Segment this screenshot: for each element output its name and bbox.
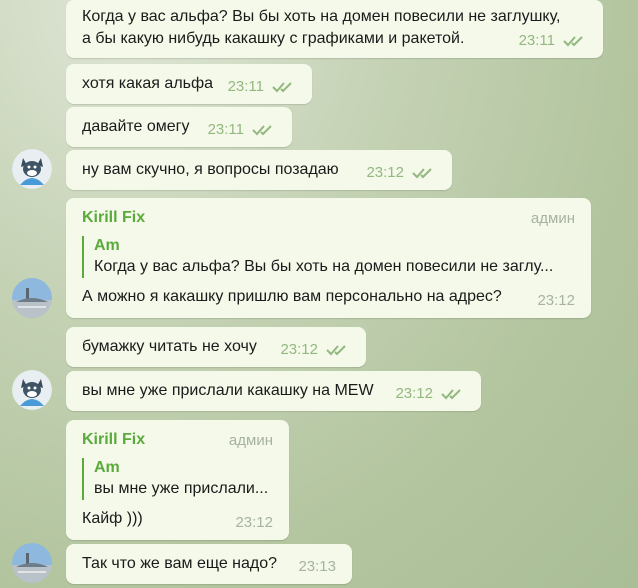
message-time: 23:12 [280, 341, 318, 358]
reply-sender: Am [94, 459, 120, 476]
message-text: Так что же вам еще надо? [82, 555, 278, 572]
message-time: 23:11 [207, 121, 244, 138]
double-check-icon [441, 389, 461, 400]
wolf-avatar-icon [12, 370, 52, 410]
reply-text: вы мне уже прислали... [94, 480, 269, 497]
user-avatar[interactable] [12, 149, 52, 189]
message-bubble[interactable]: вы мне уже прислали какашку на MEW 23:12 [66, 371, 481, 411]
message-text: давайте омегу [82, 118, 190, 135]
message-time: 23:11 [518, 32, 555, 49]
double-check-icon [563, 36, 583, 47]
message-bubble[interactable]: Когда у вас альфа? Вы бы хоть на домен п… [66, 0, 603, 58]
user-avatar[interactable] [12, 370, 52, 410]
message-time: 23:12 [366, 164, 404, 181]
message-meta: 23:12 [366, 162, 436, 184]
double-check-icon [272, 82, 292, 93]
message-meta: 23:12 [395, 383, 465, 405]
message-meta: 23:11 [208, 119, 276, 141]
message-bubble[interactable]: хотя какая альфа 23:11 [66, 64, 312, 104]
message-text: вы мне уже прислали какашку на MEW [82, 382, 374, 399]
sender-name[interactable]: Kirill Fix [82, 208, 575, 228]
message-bubble[interactable]: Kirill Fix Am Когда у вас альфа? Вы бы х… [66, 198, 591, 318]
admin-badge: админ [228, 432, 273, 449]
double-check-icon [252, 125, 272, 136]
message-bubble[interactable]: бумажку читать не хочу 23:12 [66, 327, 366, 367]
landscape-avatar-icon [12, 278, 52, 318]
message-meta: 23:11 [519, 30, 587, 52]
message-meta: 23:12 [280, 339, 350, 361]
message-text: хотя какая альфа [82, 75, 214, 92]
double-check-icon [326, 345, 346, 356]
landscape-avatar-icon [12, 543, 52, 583]
message-text: Когда у вас альфа? Вы бы хоть на домен п… [82, 8, 561, 47]
admin-avatar[interactable] [12, 543, 52, 583]
message-time: 23:12 [235, 514, 273, 531]
message-time: 23:11 [227, 78, 264, 95]
message-bubble[interactable]: Так что же вам еще надо? 23:13 [66, 544, 352, 584]
admin-badge: админ [530, 210, 575, 227]
message-bubble[interactable]: Kirill Fix Am вы мне уже прислали... Кай… [66, 420, 289, 540]
message-text: ну вам скучно, я вопросы позадаю [82, 161, 339, 178]
reply-quote[interactable]: Am вы мне уже прислали... [82, 458, 273, 500]
message-time: 23:13 [298, 558, 336, 575]
message-meta: 23:12 [537, 290, 575, 312]
message-bubble[interactable]: ну вам скучно, я вопросы позадаю 23:12 [66, 150, 452, 190]
message-time: 23:12 [395, 385, 433, 402]
message-text: бумажку читать не хочу [82, 338, 257, 355]
reply-text: Когда у вас альфа? Вы бы хоть на домен п… [94, 258, 554, 275]
message-bubble[interactable]: давайте омегу 23:11 [66, 107, 292, 147]
message-text: А можно я какашку пришлю вам персонально… [82, 288, 502, 305]
wolf-avatar-icon [12, 149, 52, 189]
message-meta: 23:12 [235, 512, 273, 534]
reply-sender: Am [94, 237, 120, 254]
chat-area: Когда у вас альфа? Вы бы хоть на домен п… [0, 0, 638, 588]
message-meta: 23:11 [228, 76, 296, 98]
double-check-icon [412, 168, 432, 179]
message-time: 23:12 [537, 292, 575, 309]
message-meta: 23:13 [298, 556, 336, 578]
admin-avatar[interactable] [12, 278, 52, 318]
reply-quote[interactable]: Am Когда у вас альфа? Вы бы хоть на доме… [82, 236, 575, 278]
